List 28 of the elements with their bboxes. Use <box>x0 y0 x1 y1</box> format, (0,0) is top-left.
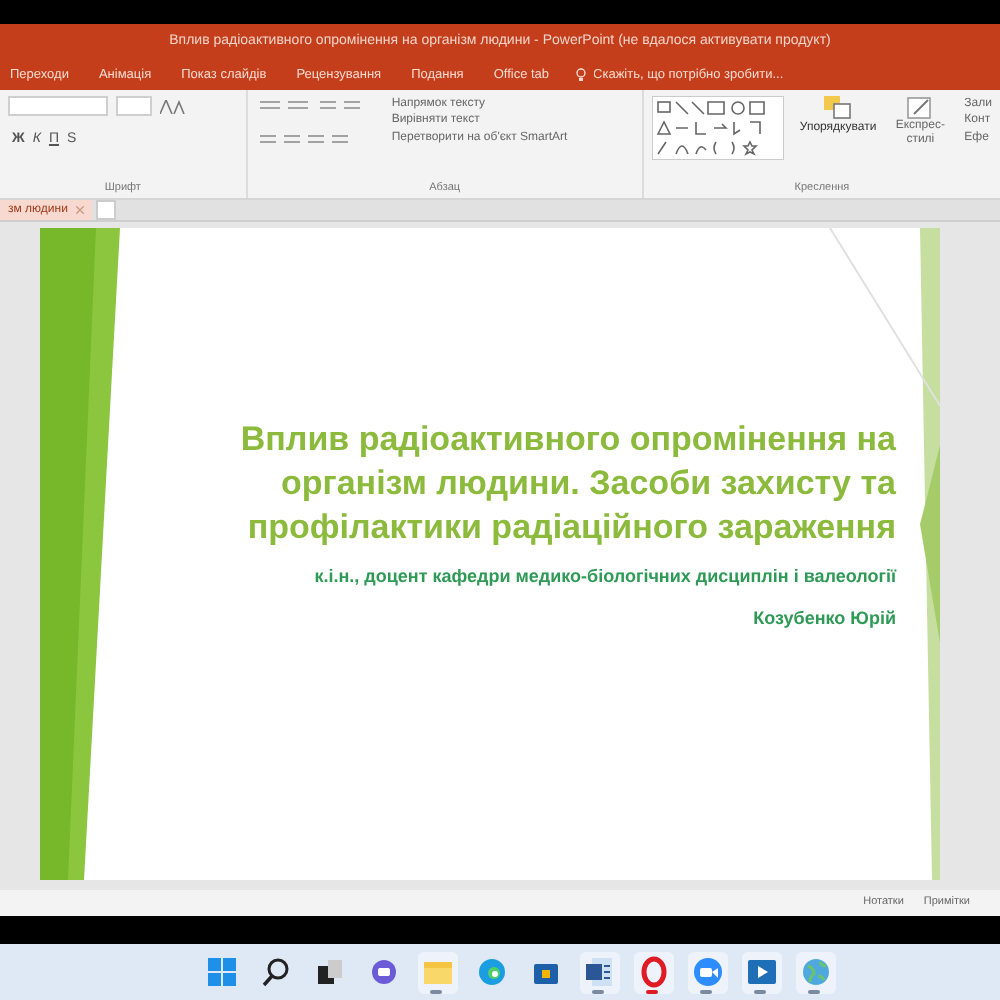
running-indicator <box>429 989 441 993</box>
arrange-icon <box>824 96 853 120</box>
quick-styles-icon <box>906 96 935 120</box>
slide-subtitle: к.і.н., доцент кафедри медико-біологічних дисциплін і валеології <box>312 564 896 591</box>
font-size-field[interactable] <box>116 96 152 116</box>
running-indicator <box>753 989 765 993</box>
close-icon[interactable] <box>75 206 84 214</box>
running-indicator <box>807 989 819 993</box>
play-icon <box>745 955 777 987</box>
shapes-gallery-icon <box>651 96 784 160</box>
font-size-buttons-icon <box>160 99 188 113</box>
font-name-field[interactable] <box>8 96 108 116</box>
ring-icon <box>637 955 669 987</box>
video-camera-icon <box>691 955 723 987</box>
chat-icon <box>367 955 399 987</box>
running-indicator <box>591 989 603 993</box>
windows-logo-icon <box>205 955 237 987</box>
document-icon <box>583 955 615 987</box>
globe-icon <box>799 955 831 987</box>
lightbulb-icon <box>575 68 586 82</box>
running-indicator <box>699 989 711 993</box>
author-name: Козубенко Юрій <box>751 605 896 632</box>
taskbar-button[interactable] <box>579 951 619 993</box>
slide-title: Вплив радіоактивного опромінення на організм людини. Засоби захисту та профілактики радіаційного зараження <box>238 418 896 551</box>
task-view-icon <box>313 955 345 987</box>
running-indicator <box>645 989 657 993</box>
search-icon <box>259 955 291 987</box>
browser-icon <box>475 955 507 987</box>
